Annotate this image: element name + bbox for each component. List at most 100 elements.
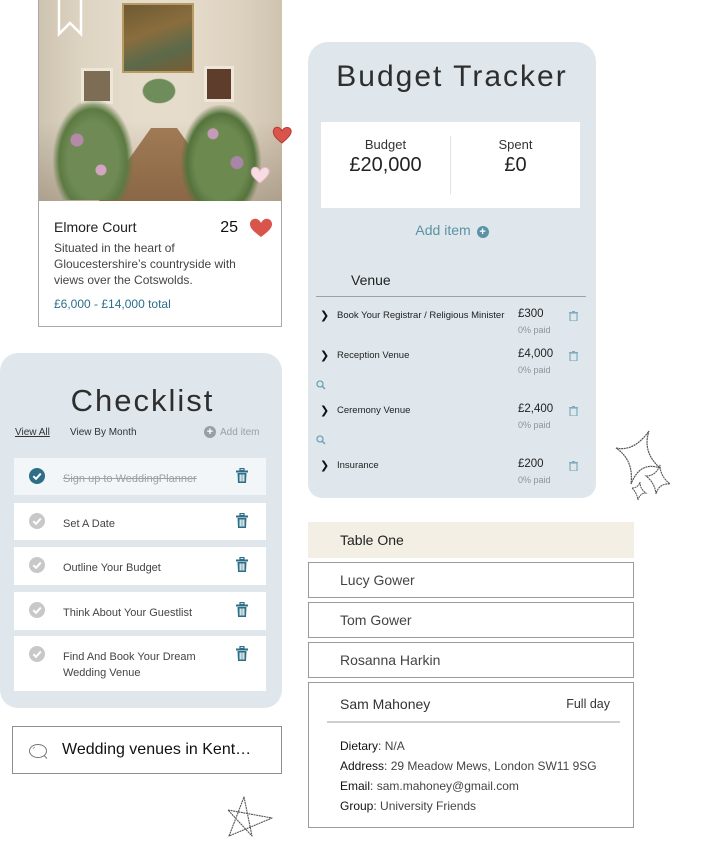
search-icon[interactable] [316, 435, 326, 445]
budget-item-amount: £300 [518, 308, 544, 320]
heart-sticker-icon [272, 126, 292, 144]
guest-details: Dietary: N/A Address: 29 Meadow Mews, Lo… [340, 736, 597, 816]
task-label: Find And Book Your Dream Wedding Venue [63, 651, 196, 679]
guest-group: Group: University Friends [340, 799, 477, 813]
budget-total: Budget £20,000 [321, 122, 450, 208]
field-label: Address [340, 759, 385, 773]
task-label: Think About Your Guestlist [63, 607, 193, 619]
photo-tapestry [122, 3, 194, 73]
budget-item-name: Reception Venue [337, 350, 410, 361]
field-value: sam.mahoney@gmail.com [376, 779, 519, 793]
task-label: Outline Your Budget [63, 562, 161, 574]
checklist-task[interactable]: Outline Your Budget [14, 547, 266, 585]
table-header[interactable]: Table One [308, 522, 634, 558]
search-input[interactable] [62, 737, 272, 763]
add-item-label: Add item [220, 427, 260, 438]
venue-like-count: 25 [220, 219, 238, 236]
check-circle-icon[interactable] [29, 468, 45, 484]
chevron-right-icon[interactable]: ❯ [320, 349, 329, 362]
check-circle-icon[interactable] [29, 602, 45, 618]
search-icon[interactable] [316, 380, 326, 390]
budget-item-name: Book Your Registrar / Religious Minister [337, 310, 505, 321]
guest-row[interactable]: Lucy Gower [308, 562, 634, 598]
budget-item-amount: £2,400 [518, 403, 554, 415]
budget-item-row[interactable]: ❯ Ceremony Venue £2,400 0% paid [308, 403, 596, 443]
guest-dietary: Dietary: N/A [340, 739, 405, 753]
trash-icon[interactable] [235, 513, 249, 529]
field-value: 29 Meadow Mews, London SW11 9SG [390, 759, 597, 773]
tab-view-by-month[interactable]: View By Month [70, 427, 137, 438]
field-value: N/A [384, 739, 405, 753]
guest-detail-card[interactable]: Sam Mahoney Full day Dietary: N/A Addres… [308, 682, 634, 828]
budget-item-paid: 0% paid [518, 420, 551, 430]
budget-item-name: Insurance [337, 460, 379, 471]
field-label: Group [340, 799, 374, 813]
add-item-label: Add item [415, 222, 471, 238]
venue-photo[interactable] [39, 0, 282, 201]
trash-icon[interactable] [569, 461, 578, 471]
budget-title: Budget Tracker [336, 60, 568, 93]
budget-item-row[interactable]: ❯ Reception Venue £4,000 0% paid [308, 348, 596, 388]
add-budget-item-button[interactable]: Add item + [308, 222, 596, 238]
budget-summary: Budget £20,000 Spent £0 [321, 122, 580, 208]
venue-search-box[interactable] [12, 726, 282, 774]
budget-item-amount: £200 [518, 458, 544, 470]
spent-label: Spent [498, 137, 533, 152]
chevron-right-icon[interactable]: ❯ [320, 404, 329, 417]
guest-email: Email: sam.mahoney@gmail.com [340, 779, 519, 793]
sparkles-doodle-icon [615, 430, 672, 501]
task-label: Set A Date [63, 518, 115, 530]
budget-item-paid: 0% paid [518, 325, 551, 335]
venue-price: £6,000 - £14,000 total [54, 297, 171, 311]
trash-icon[interactable] [569, 351, 578, 361]
checklist-task[interactable]: Think About Your Guestlist [14, 592, 266, 630]
checklist-task[interactable]: Sign up to WeddingPlanner [14, 458, 266, 495]
bookmark-icon[interactable] [57, 0, 83, 37]
chevron-right-icon[interactable]: ❯ [320, 309, 329, 322]
budget-value: £20,000 [349, 154, 422, 176]
guest-address: Address: 29 Meadow Mews, London SW11 9SG [340, 759, 597, 773]
star-doodle-icon [227, 796, 273, 837]
trash-icon[interactable] [569, 311, 578, 321]
budget-item-row[interactable]: ❯ Book Your Registrar / Religious Minist… [308, 308, 596, 348]
trash-icon[interactable] [235, 646, 249, 662]
guest-row[interactable]: Tom Gower [308, 602, 634, 638]
venue-card[interactable]: Elmore Court 25 Situated in the heart of… [38, 0, 292, 327]
checklist-task[interactable]: Find And Book Your Dream Wedding Venue [14, 636, 266, 691]
venue-description: Situated in the heart of Gloucestershire… [54, 241, 236, 287]
search-icon [29, 744, 48, 759]
photo-door [204, 66, 234, 102]
field-label: Dietary [340, 739, 379, 753]
budget-item-amount: £4,000 [518, 348, 554, 360]
heart-icon[interactable] [249, 218, 273, 238]
field-value: University Friends [380, 799, 477, 813]
trash-icon[interactable] [569, 406, 578, 416]
divider [316, 296, 586, 297]
plus-circle-icon: + [204, 426, 216, 438]
heart-sticker-icon [250, 166, 270, 184]
trash-icon[interactable] [235, 557, 249, 573]
budget-item-paid: 0% paid [518, 365, 551, 375]
trash-icon[interactable] [235, 602, 249, 618]
guest-attendance: Full day [566, 697, 610, 711]
check-circle-icon[interactable] [29, 557, 45, 573]
photo-flowers [53, 100, 133, 200]
divider [327, 721, 620, 723]
table-name: Table One [340, 532, 404, 548]
trash-icon[interactable] [235, 468, 249, 484]
task-label: Sign up to WeddingPlanner [63, 473, 197, 485]
guest-row[interactable]: Rosanna Harkin [308, 642, 634, 678]
budget-spent: Spent £0 [451, 122, 580, 208]
checklist-title: Checklist [70, 383, 215, 418]
check-circle-icon[interactable] [29, 513, 45, 529]
checklist-task[interactable]: Set A Date [14, 503, 266, 540]
plus-circle-icon: + [476, 226, 489, 238]
budget-category-heading: Venue [351, 272, 391, 288]
check-circle-icon[interactable] [29, 646, 45, 662]
tab-view-all[interactable]: View All [15, 427, 50, 438]
chevron-right-icon[interactable]: ❯ [320, 459, 329, 472]
add-checklist-item-button[interactable]: + Add item [204, 426, 259, 438]
budget-tracker: Budget Tracker Budget £20,000 Spent £0 A… [308, 42, 596, 498]
guest-name: Tom Gower [340, 612, 412, 628]
budget-item-row[interactable]: ❯ Insurance £200 0% paid [308, 458, 596, 498]
